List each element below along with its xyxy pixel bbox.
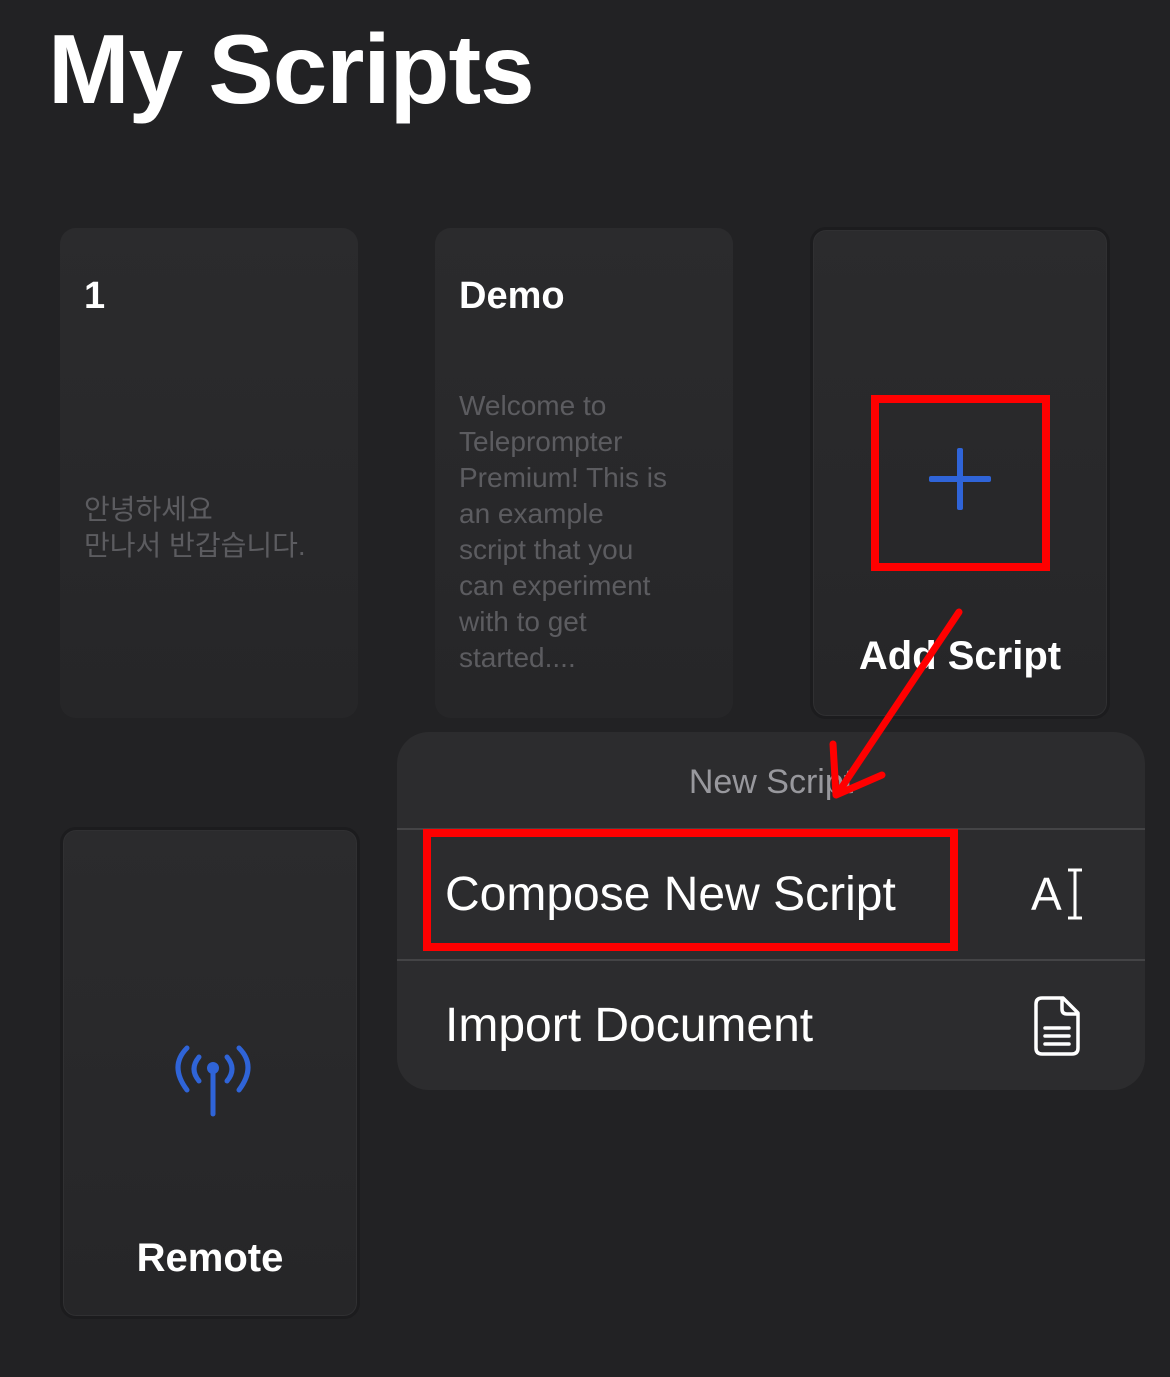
menu-header: New Script	[688, 763, 854, 801]
add-script-card[interactable]: Add Script	[810, 227, 1110, 719]
script-card-title: Demo	[459, 275, 565, 317]
antenna-broadcast-icon	[175, 1045, 251, 1117]
script-card-1[interactable]: 1 안녕하세요 만나서 반갑습니다.	[60, 228, 358, 718]
script-card-demo[interactable]: Demo Welcome to Teleprompter Premium! Th…	[435, 228, 733, 718]
document-icon	[1034, 996, 1080, 1056]
new-script-menu: New Script Compose New Script A Import D…	[397, 732, 1145, 1090]
page-title: My Scripts	[48, 14, 535, 124]
script-card-preview: 안녕하세요 만나서 반갑습니다.	[84, 494, 306, 561]
script-card-preview: Welcome to Teleprompter Premium! This is…	[459, 390, 667, 673]
import-document-menu-item[interactable]: Import Document	[397, 961, 1145, 1090]
plus-icon	[929, 448, 991, 510]
menu-item-label: Import Document	[445, 999, 814, 1052]
text-cursor-icon: A	[1031, 868, 1082, 920]
remote-card[interactable]: Remote	[60, 827, 360, 1319]
script-card-title: 1	[84, 275, 106, 317]
menu-item-label: Compose New Script	[445, 868, 896, 921]
add-script-label: Add Script	[858, 634, 1062, 678]
svg-text:A: A	[1031, 868, 1062, 920]
remote-label: Remote	[136, 1236, 284, 1280]
compose-new-script-menu-item[interactable]: Compose New Script A	[397, 830, 1145, 960]
